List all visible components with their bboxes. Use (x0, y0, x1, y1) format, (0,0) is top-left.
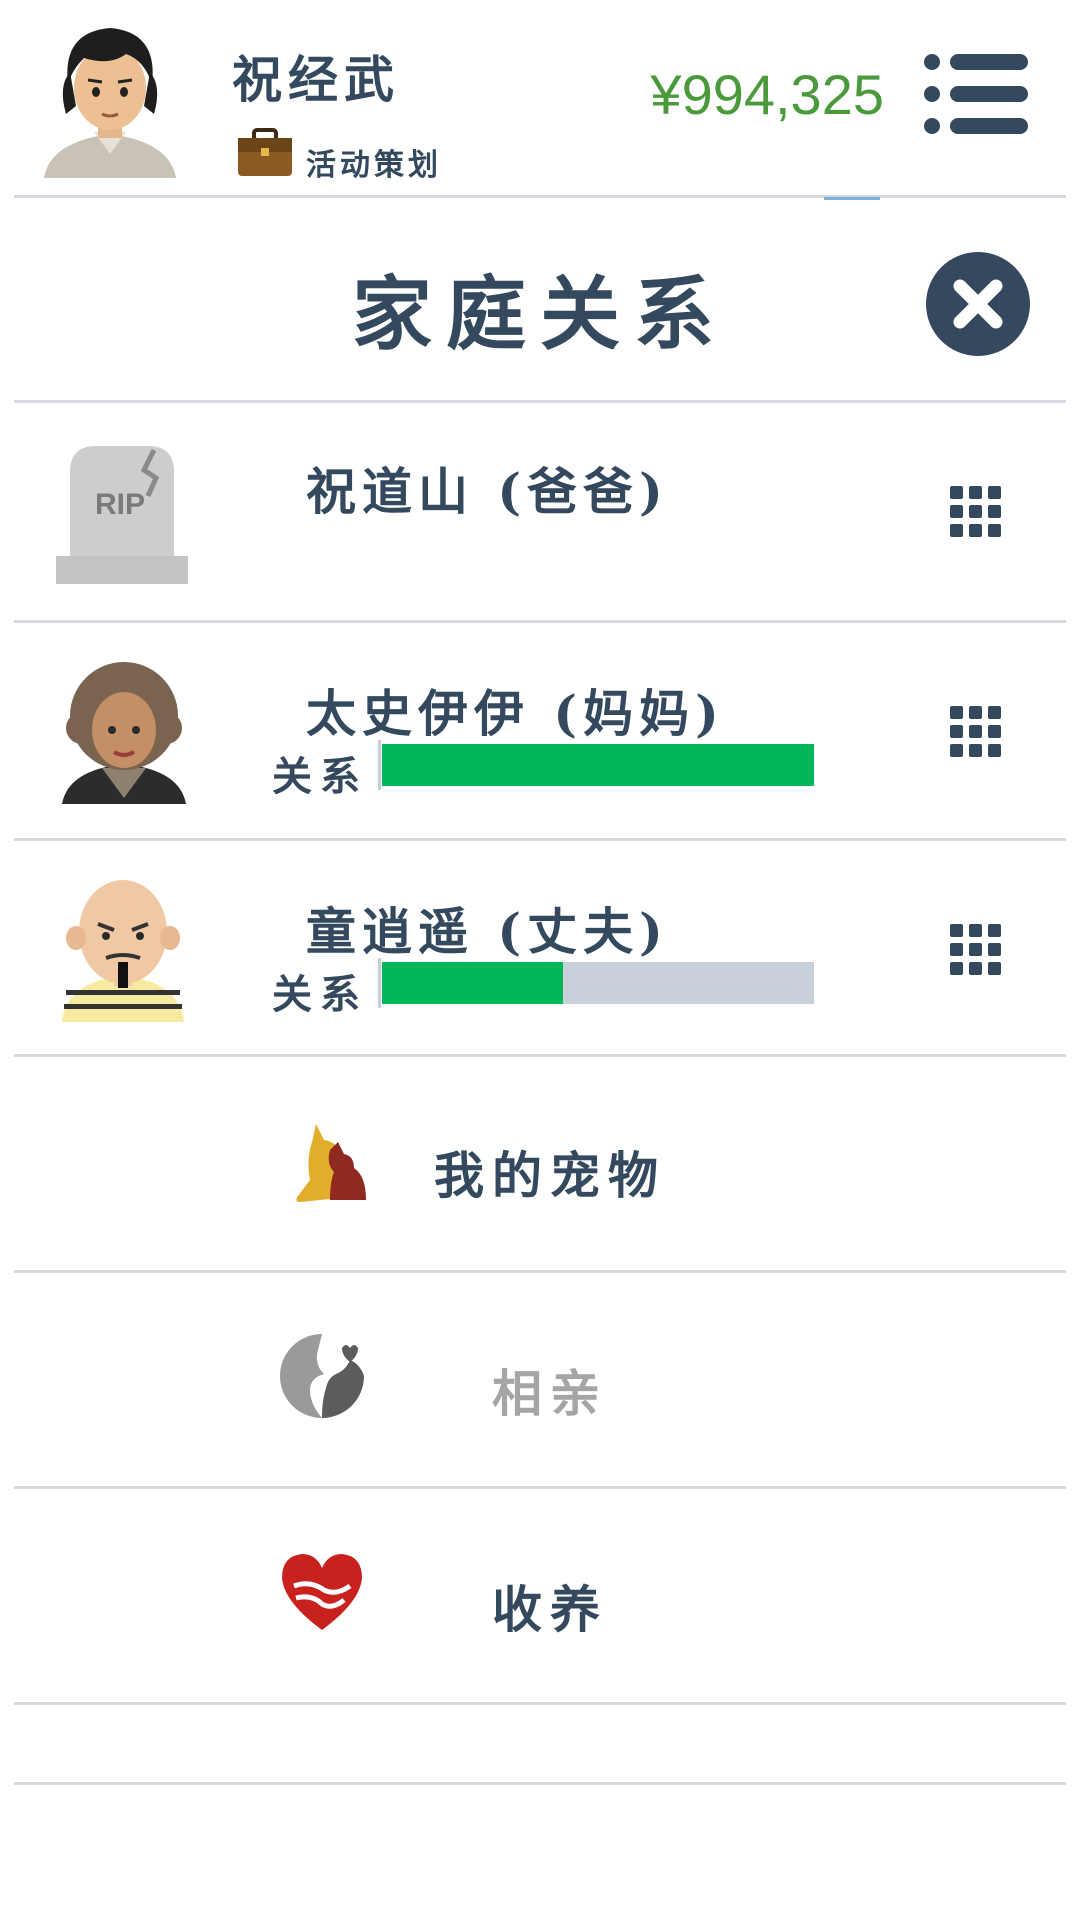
top-status-bar: 祝经武 活动策划 ¥994,325 (0, 0, 1080, 196)
adopt-label: 收养 (492, 1580, 608, 1639)
svg-text:RIP: RIP (95, 488, 145, 521)
relation-bar-fill (382, 744, 814, 786)
page-title: 家庭关系 (352, 267, 728, 361)
relation-bar-fill (382, 962, 564, 1004)
family-row-husband[interactable]: 童逍遥 (丈夫) 关系 (0, 840, 1080, 1056)
menu-button[interactable] (924, 54, 1028, 134)
relation-tick (378, 958, 381, 1008)
mother-avatar (62, 662, 186, 804)
close-button[interactable] (926, 252, 1030, 356)
husband-avatar (62, 880, 184, 1022)
tab-indicator (824, 197, 880, 200)
relation-bar (382, 744, 814, 786)
relation-tick (378, 740, 381, 790)
dating-icon (280, 1334, 364, 1418)
player-name: 祝经武 (232, 50, 400, 109)
dating-label: 相亲 (492, 1364, 608, 1423)
row-divider (14, 1702, 1066, 1705)
family-row-mother[interactable]: 太史伊伊 (妈妈) 关系 (0, 622, 1080, 838)
family-row-father[interactable]: RIP 祝道山 (爸爸) (0, 402, 1080, 618)
adopt-button[interactable]: 收养 (14, 1488, 1066, 1702)
tombstone-icon: RIP (56, 446, 188, 584)
family-member-name: 祝道山 (爸爸) (306, 462, 669, 521)
options-grid-icon[interactable] (950, 486, 1002, 538)
header-divider (14, 195, 1066, 198)
briefcase-icon (238, 128, 292, 176)
pets-label: 我的宠物 (434, 1146, 666, 1205)
family-member-name: 童逍遥 (丈夫) (306, 902, 669, 961)
player-avatar[interactable] (40, 14, 180, 178)
options-grid-icon[interactable] (950, 924, 1002, 976)
bottom-divider (14, 1782, 1066, 1785)
money-balance: ¥994,325 (650, 63, 884, 126)
relation-bar (382, 962, 814, 1004)
pet-icon (296, 1124, 366, 1202)
job-title: 活动策划 (306, 148, 442, 183)
pets-button[interactable]: 我的宠物 (14, 1056, 1066, 1270)
relation-label: 关系 (272, 971, 368, 1018)
relation-label: 关系 (272, 753, 368, 800)
family-member-name: 太史伊伊 (妈妈) (306, 684, 725, 743)
options-grid-icon[interactable] (950, 706, 1002, 758)
dating-button[interactable]: 相亲 (14, 1272, 1066, 1486)
adopt-heart-icon (282, 1554, 362, 1630)
